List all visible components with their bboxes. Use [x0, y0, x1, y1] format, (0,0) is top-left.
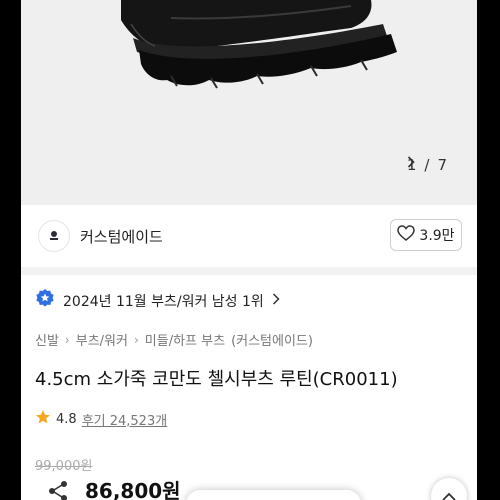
original-price: 99,000원 — [35, 459, 93, 474]
seller-name[interactable]: 커스텀에이드 — [80, 226, 163, 247]
gallery-page-indicator[interactable]: 1 / 7 — [407, 156, 455, 174]
heart-outline-icon — [397, 225, 416, 245]
chevron-up-icon — [442, 487, 456, 500]
chevron-right-icon — [272, 293, 280, 309]
seller-logo[interactable] — [38, 220, 70, 252]
gallery-page-separator: / — [424, 156, 430, 174]
scroll-top-button[interactable] — [431, 478, 467, 500]
sale-price: 86,800원 — [85, 479, 181, 500]
star-icon — [35, 409, 51, 429]
chevron-right-icon: › — [133, 332, 139, 347]
floating-action-bar[interactable] — [186, 490, 361, 500]
review-count-link[interactable]: 후기 24,523개 — [82, 410, 168, 429]
ranking-banner[interactable]: 2024년 11월 부츠/워커 남성 1위 — [35, 288, 280, 314]
product-image-gallery[interactable]: 1 / 7 — [21, 0, 477, 205]
breadcrumb-item-type[interactable]: 미들/하프 부츠 — [145, 330, 225, 349]
rating-value: 4.8 — [56, 411, 77, 427]
breadcrumb-item-brand[interactable]: (커스텀에이드) — [231, 330, 313, 349]
award-badge-icon — [35, 288, 55, 314]
breadcrumb-item-category[interactable]: 신발 — [35, 330, 59, 349]
gallery-total-pages: 7 — [437, 156, 447, 174]
ranking-text: 2024년 11월 부츠/워커 남성 1위 — [63, 294, 264, 310]
app-screen: 1 / 7 커스텀에이드 3.9만 2024년 11월 부츠/워커 남성 1위 … — [21, 0, 477, 500]
section-divider — [21, 267, 477, 275]
rating-row: 4.8 후기 24,523개 — [35, 409, 167, 429]
product-title: 4.5cm 소가죽 코만도 첼시부츠 루틴(CR0011) — [35, 369, 398, 390]
share-icon[interactable] — [47, 480, 69, 500]
like-count: 3.9만 — [419, 228, 455, 244]
breadcrumb: 신발 › 부츠/워커 › 미들/하프 부츠 (커스텀에이드) — [35, 330, 313, 350]
breadcrumb-item-subcategory[interactable]: 부츠/워커 — [76, 330, 128, 349]
seller-row[interactable]: 커스텀에이드 3.9만 — [21, 214, 477, 260]
product-image-boot — [121, 0, 397, 89]
like-button[interactable]: 3.9만 — [390, 219, 462, 251]
chevron-right-icon: › — [64, 332, 70, 347]
